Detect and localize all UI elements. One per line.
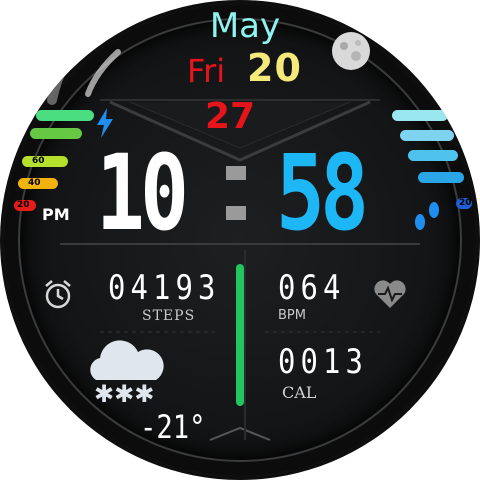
calories-value: 0013: [278, 342, 369, 382]
minutes-display: 58: [276, 132, 369, 254]
month-label: May: [209, 6, 281, 46]
watch-face: May Fri 20 27 60 40 20 20 PM 10 58 04193…: [0, 0, 480, 480]
calories-label: CAL: [282, 383, 317, 402]
battery-gauge: 60 40 20: [12, 106, 94, 216]
hours-display: 10: [96, 132, 189, 254]
steps-bar: [408, 150, 458, 161]
ampm-label: PM: [42, 205, 70, 224]
day-name-label: Fri: [187, 52, 226, 90]
alarm-icon[interactable]: [42, 278, 74, 310]
time-separator: [226, 166, 246, 220]
steps-bar: [418, 172, 464, 183]
steps-bar: [400, 130, 454, 141]
steps-value: 04193: [108, 268, 221, 308]
battery-level-label: 60: [32, 156, 45, 166]
steps-bar: [392, 110, 448, 121]
heart-rate-value: 064: [278, 268, 346, 308]
face-frame: [47, 29, 420, 441]
footsteps-icon: [415, 202, 439, 230]
battery-level-label: 40: [28, 178, 41, 188]
temperature-value: -21°: [140, 408, 206, 446]
heart-rate-label: BPM: [278, 308, 306, 323]
battery-bar: [22, 156, 68, 167]
steps-label: STEPS: [142, 308, 196, 324]
heart-icon[interactable]: [372, 278, 408, 310]
day-number-label: 20: [247, 46, 302, 90]
snow-cloud-icon[interactable]: ✱✱✱: [82, 336, 168, 406]
battery-level-label: 20: [17, 200, 30, 210]
svg-text:✱✱✱: ✱✱✱: [94, 380, 154, 406]
center-progress-bar: [236, 264, 244, 406]
steps-level-label: 20: [459, 198, 472, 208]
week-number-label: 27: [205, 96, 256, 137]
battery-bar: [36, 110, 94, 121]
battery-bar: [30, 128, 82, 139]
moon-phase-icon: [332, 32, 370, 70]
